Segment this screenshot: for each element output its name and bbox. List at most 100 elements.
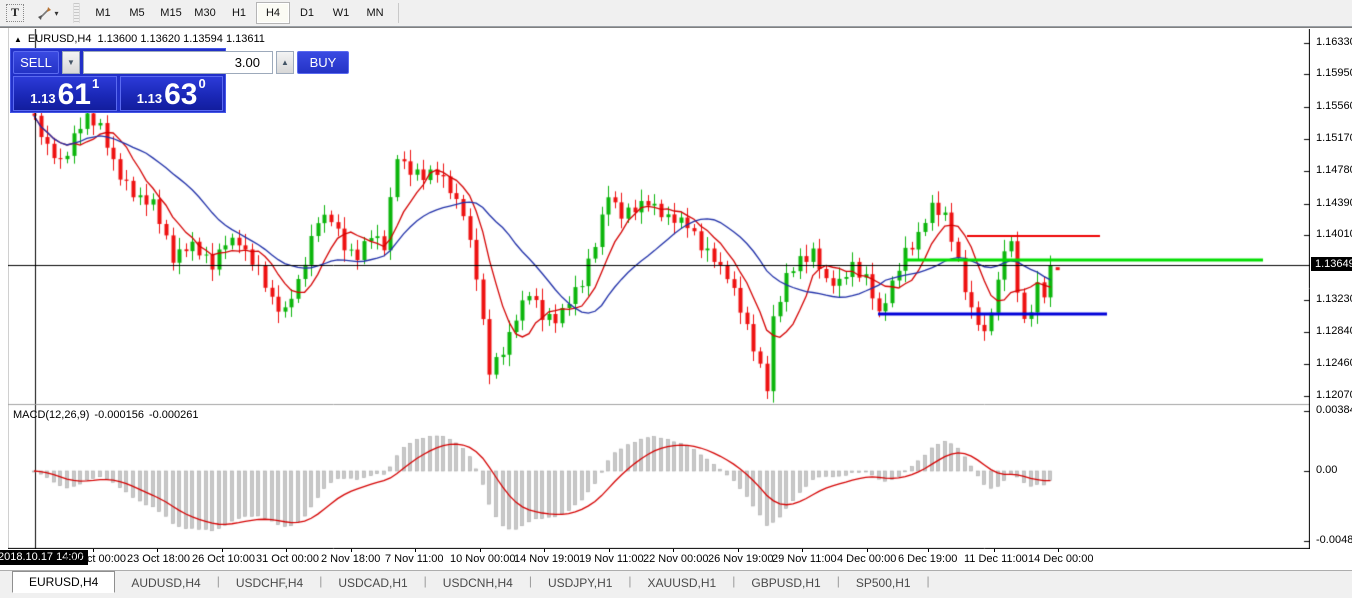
buy-price-sup: 0 — [198, 77, 205, 90]
timeframe-h4[interactable]: H4 — [256, 2, 290, 24]
price-tick-label: 1.15560 — [1316, 100, 1352, 112]
time-tick-mark — [351, 549, 352, 552]
time-tick-label: 4 Dec 00:00 — [837, 553, 896, 565]
price-tick-label: 1.14390 — [1316, 197, 1352, 209]
time-tick-mark — [222, 549, 223, 552]
macd-tick-label: 0.003847 — [1316, 404, 1352, 416]
time-tick-label: 26 Nov 19:00 — [708, 553, 773, 565]
time-tick-mark — [673, 549, 674, 552]
time-tick-label: 29 Nov 11:00 — [772, 553, 837, 565]
timeframe-m5[interactable]: M5 — [120, 2, 154, 24]
time-tick-mark — [928, 549, 929, 552]
chart-title: ▲ EURUSD,H4 1.13600 1.13620 1.13594 1.13… — [14, 33, 265, 45]
text-tool-button[interactable]: T — [3, 2, 27, 24]
sell-price-prefix: 1.13 — [30, 92, 55, 108]
macd-main-value: -0.000156 — [94, 409, 144, 421]
time-axis[interactable]: 2018.10.17 14:00 19 Oct 00:0023 Oct 18:0… — [0, 549, 1310, 570]
buy-price-prefix: 1.13 — [137, 92, 162, 108]
time-tick-mark — [286, 549, 287, 552]
buy-price-panel[interactable]: 1.13 63 0 — [120, 76, 224, 111]
macd-tick-label: 0.00 — [1316, 464, 1337, 476]
tab-audusd-h4[interactable]: AUDUSD,H4 — [115, 572, 216, 593]
tab-usdchf-h4[interactable]: USDCHF,H4 — [220, 572, 319, 593]
time-tick-label: 7 Nov 11:00 — [385, 553, 444, 565]
timeframe-h1[interactable]: H1 — [222, 2, 256, 24]
time-tick-mark — [157, 549, 158, 552]
time-tick-label: 23 Oct 18:00 — [127, 553, 190, 565]
price-axis[interactable]: 1.13649 1.16330 1.15950 1.15560 1.15170 1.14… — [1310, 29, 1352, 549]
sell-price-panel[interactable]: 1.13 61 1 — [13, 76, 117, 111]
collapse-triangle-icon[interactable]: ▲ — [14, 35, 22, 44]
time-tick-label: 26 Oct 10:00 — [192, 553, 255, 565]
time-tick-mark — [738, 549, 739, 552]
time-tick-mark — [544, 549, 545, 552]
time-tick-mark — [415, 549, 416, 552]
volume-increase-button[interactable]: ▲ — [276, 51, 294, 74]
sell-price-sup: 1 — [92, 77, 99, 90]
price-tick-label: 1.12070 — [1316, 389, 1352, 401]
timeframe-d1[interactable]: D1 — [290, 2, 324, 24]
buy-price-big: 63 — [164, 81, 197, 108]
volume-decrease-button[interactable]: ▼ — [62, 51, 80, 74]
price-tick-label: 1.14780 — [1316, 164, 1352, 176]
macd-tick-label: -0.004856 — [1316, 534, 1352, 546]
time-tick-label: 11 Dec 11:00 — [964, 553, 1028, 565]
time-tick-label: 2 Nov 18:00 — [321, 553, 380, 565]
symbol-tab-bar: EURUSD,H4 AUDUSD,H4 | USDCHF,H4 | USDCAD… — [0, 570, 1352, 598]
timeframe-m15[interactable]: M15 — [154, 2, 188, 24]
time-tick-mark — [802, 549, 803, 552]
time-tick-label: 31 Oct 00:00 — [256, 553, 319, 565]
tab-usdjpy-h1[interactable]: USDJPY,H1 — [532, 572, 628, 593]
top-toolbar: T ▾ M1 M5 M15 M30 H1 H4 D1 W1 MN — [0, 0, 1352, 27]
tab-usdcnh-h4[interactable]: USDCNH,H4 — [427, 572, 529, 593]
chart-symbol-period: EURUSD,H4 — [28, 33, 92, 45]
sell-price-big: 61 — [58, 81, 91, 108]
chart-ohlc-values: 1.13600 1.13620 1.13594 1.13611 — [98, 33, 265, 45]
timeframe-mn[interactable]: MN — [358, 2, 392, 24]
timeframe-m30[interactable]: M30 — [188, 2, 222, 24]
time-tick-mark — [994, 549, 995, 552]
time-tick-mark — [93, 549, 94, 552]
buy-button[interactable]: BUY — [297, 51, 349, 74]
arrows-icon — [37, 6, 52, 21]
time-tick-label: 14 Nov 19:00 — [514, 553, 579, 565]
time-tick-label: 10 Nov 00:00 — [450, 553, 515, 565]
time-tick-label: 14 Dec 00:00 — [1028, 553, 1093, 565]
tab-gbpusd-h1[interactable]: GBPUSD,H1 — [735, 572, 836, 593]
time-tick-mark — [609, 549, 610, 552]
time-tick-label: 19 Nov 11:00 — [579, 553, 644, 565]
price-tick-label: 1.12460 — [1316, 357, 1352, 369]
time-tick-mark — [480, 549, 481, 552]
price-tick-label: 1.13230 — [1316, 293, 1352, 305]
price-tick-label: 1.12840 — [1316, 325, 1352, 337]
macd-name: MACD(12,26,9) — [13, 409, 89, 421]
toolbar-grip[interactable] — [73, 3, 80, 23]
time-tick-label: 6 Dec 19:00 — [898, 553, 957, 565]
macd-indicator-label: MACD(12,26,9) -0.000156 -0.000261 — [13, 409, 199, 421]
tab-sp500-h1[interactable]: SP500,H1 — [840, 572, 927, 593]
macd-signal-value: -0.000261 — [149, 409, 199, 421]
price-tick-label: 1.15950 — [1316, 67, 1352, 79]
time-tick-label: 19 Oct 00:00 — [63, 553, 126, 565]
price-tick-label: 1.15170 — [1316, 132, 1352, 144]
chart-window: ▲ EURUSD,H4 1.13600 1.13620 1.13594 1.13… — [0, 27, 1352, 570]
time-tick-mark — [1058, 549, 1059, 552]
arrows-tool-button[interactable]: ▾ — [31, 2, 65, 24]
volume-input[interactable] — [83, 51, 273, 74]
chevron-down-icon: ▾ — [54, 9, 58, 18]
time-tick-label: 22 Nov 00:00 — [643, 553, 708, 565]
tab-xauusd-h1[interactable]: XAUUSD,H1 — [632, 572, 733, 593]
price-tick-label: 1.16330 — [1316, 36, 1352, 48]
toolbar-separator — [398, 3, 399, 23]
sell-button[interactable]: SELL — [13, 51, 59, 74]
price-tick-label: 1.14010 — [1316, 228, 1352, 240]
tab-eurusd-h4[interactable]: EURUSD,H4 — [12, 571, 115, 593]
timeframe-w1[interactable]: W1 — [324, 2, 358, 24]
tab-usdcad-h1[interactable]: USDCAD,H1 — [322, 572, 423, 593]
time-tick-mark — [867, 549, 868, 552]
text-tool-icon: T — [6, 4, 24, 22]
timeframe-m1[interactable]: M1 — [86, 2, 120, 24]
one-click-trade-panel: SELL ▼ ▲ BUY 1.13 61 1 1.13 63 0 — [10, 48, 226, 113]
tab-separator: | — [927, 574, 930, 588]
current-price-label: 1.13649 — [1311, 257, 1352, 271]
